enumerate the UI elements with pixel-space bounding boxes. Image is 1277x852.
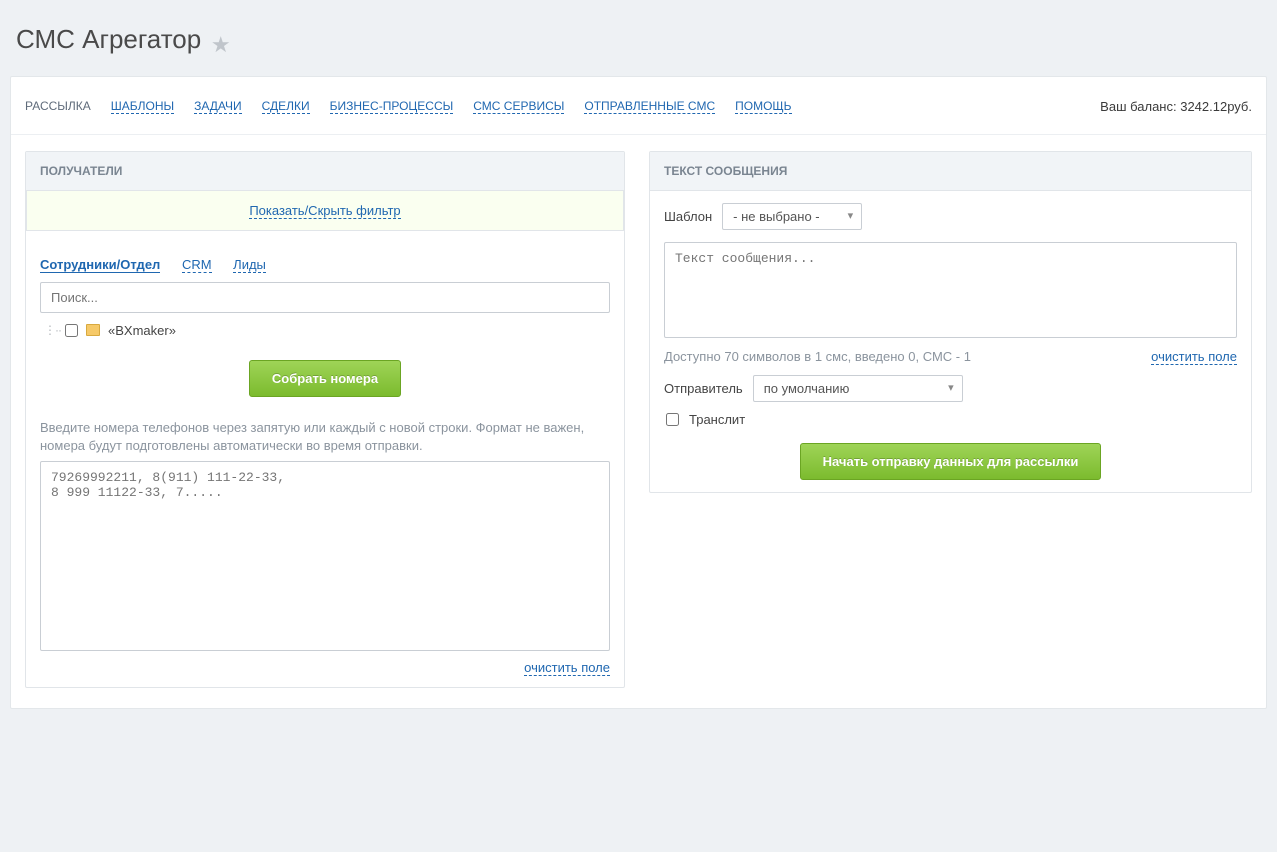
tree-item-label[interactable]: «BXmaker»: [108, 323, 176, 338]
tree-row: ⋮·· «BXmaker»: [40, 313, 610, 346]
recipients-tabs: Сотрудники/Отдел CRM Лиды: [40, 243, 610, 282]
phones-textarea[interactable]: [40, 461, 610, 651]
nav-item-otpravlennye-sms[interactable]: ОТПРАВЛЕННЫЕ СМС: [584, 99, 715, 114]
clear-phones-link[interactable]: очистить поле: [524, 660, 610, 676]
tree-connector-icon: ⋮··: [44, 323, 61, 337]
tab-lidy[interactable]: Лиды: [233, 257, 266, 273]
recipients-header: ПОЛУЧАТЕЛИ: [26, 152, 624, 191]
recipients-block: ПОЛУЧАТЕЛИ Показать/Скрыть фильтр Сотруд…: [25, 151, 625, 688]
nav-item-zadachi[interactable]: ЗАДАЧИ: [194, 99, 241, 114]
template-label: Шаблон: [664, 209, 712, 224]
template-select[interactable]: - не выбрано -: [722, 203, 862, 230]
star-icon[interactable]: ★: [211, 32, 231, 57]
nav-item-shablony[interactable]: ШАБЛОНЫ: [111, 99, 174, 114]
nav-tabs: РАССЫЛКА ШАБЛОНЫ ЗАДАЧИ СДЕЛКИ БИЗНЕС-ПР…: [11, 77, 1266, 135]
translit-checkbox[interactable]: [666, 413, 679, 426]
translit-label: Транслит: [689, 412, 745, 427]
message-textarea[interactable]: [664, 242, 1237, 338]
main-panel: РАССЫЛКА ШАБЛОНЫ ЗАДАЧИ СДЕЛКИ БИЗНЕС-ПР…: [10, 76, 1267, 709]
message-block: ТЕКСТ СООБЩЕНИЯ Шаблон - не выбрано - До…: [649, 151, 1252, 493]
char-count-status: Доступно 70 символов в 1 смс, введено 0,…: [664, 349, 971, 364]
search-input[interactable]: [40, 282, 610, 313]
sender-select[interactable]: по умолчанию: [753, 375, 963, 402]
collect-numbers-button[interactable]: Собрать номера: [249, 360, 401, 397]
filter-toggle-link[interactable]: Показать/Скрыть фильтр: [249, 203, 400, 219]
balance-label: Ваш баланс: 3242.12руб.: [1100, 99, 1252, 114]
nav-item-biznes-processy[interactable]: БИЗНЕС-ПРОЦЕССЫ: [330, 99, 454, 114]
sender-label: Отправитель: [664, 381, 743, 396]
nav-item-sms-servisy[interactable]: СМС СЕРВИСЫ: [473, 99, 564, 114]
tab-sotrudniki[interactable]: Сотрудники/Отдел: [40, 257, 160, 273]
nav-item-rassylka[interactable]: РАССЫЛКА: [25, 99, 91, 113]
tree-checkbox[interactable]: [65, 324, 78, 337]
message-header: ТЕКСТ СООБЩЕНИЯ: [650, 152, 1251, 191]
phones-help-text: Введите номера телефонов через запятую и…: [40, 419, 610, 455]
tab-crm[interactable]: CRM: [182, 257, 212, 273]
clear-message-link[interactable]: очистить поле: [1151, 349, 1237, 365]
start-sending-button[interactable]: Начать отправку данных для рассылки: [800, 443, 1102, 480]
nav-item-sdelki[interactable]: СДЕЛКИ: [262, 99, 310, 114]
nav-item-pomosh[interactable]: ПОМОЩЬ: [735, 99, 791, 114]
folder-icon: [86, 324, 100, 336]
page-title: СМС Агрегатор: [16, 24, 201, 55]
